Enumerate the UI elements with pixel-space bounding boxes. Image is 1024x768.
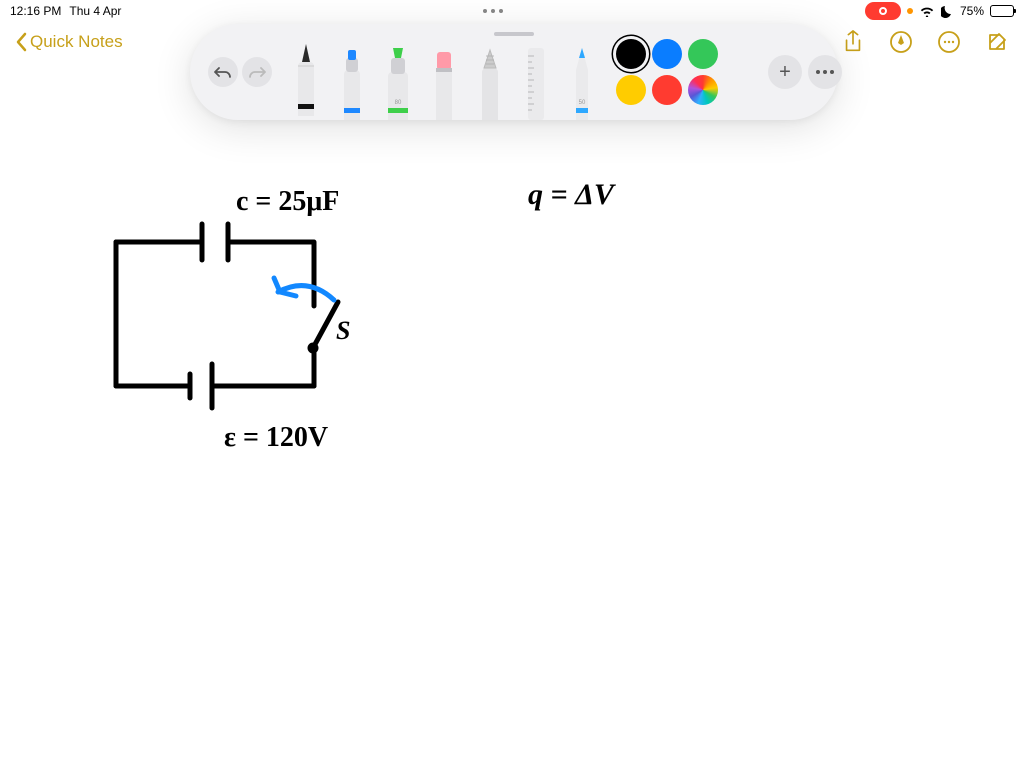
more-button[interactable]	[936, 29, 962, 55]
battery-percent: 75%	[960, 4, 984, 18]
emf-label: ε = 120V	[224, 422, 328, 454]
color-palette	[616, 39, 754, 105]
lasso-tool[interactable]	[468, 32, 512, 120]
ruler-tool[interactable]	[514, 32, 558, 120]
share-icon	[842, 30, 864, 54]
share-button[interactable]	[840, 29, 866, 55]
drawing-toolbar[interactable]: 80 50 +	[190, 24, 838, 120]
plus-icon: +	[779, 61, 791, 84]
color-black[interactable]	[616, 39, 646, 69]
screen-recording-indicator[interactable]	[865, 2, 901, 20]
tool-palette: 80 50	[284, 24, 604, 120]
status-date: Thu 4 Apr	[69, 4, 121, 18]
highlighter-tool[interactable]: 80	[376, 32, 420, 120]
chevron-left-icon	[14, 32, 28, 52]
pen-tip-icon	[889, 30, 913, 54]
eraser-tool[interactable]	[422, 32, 466, 120]
markup-button[interactable]	[888, 29, 914, 55]
compose-button[interactable]	[984, 29, 1010, 55]
color-picker[interactable]	[688, 75, 718, 105]
status-time: 12:16 PM	[10, 4, 61, 18]
color-blue[interactable]	[652, 39, 682, 69]
color-green[interactable]	[688, 39, 718, 69]
color-red[interactable]	[652, 75, 682, 105]
svg-text:50: 50	[579, 100, 586, 106]
wifi-icon	[919, 5, 935, 17]
color-yellow[interactable]	[616, 75, 646, 105]
add-tool-button[interactable]: +	[768, 55, 802, 89]
battery-icon	[990, 5, 1014, 17]
pencil-tool[interactable]: 50	[560, 32, 604, 120]
undo-button[interactable]	[208, 57, 238, 87]
dnd-moon-icon	[941, 5, 954, 18]
compose-icon	[985, 30, 1009, 54]
redo-button[interactable]	[242, 57, 272, 87]
redo-icon	[248, 65, 266, 79]
toolbar-more-button[interactable]	[808, 55, 842, 89]
pen-tool[interactable]	[284, 28, 328, 116]
back-button[interactable]: Quick Notes	[14, 32, 123, 52]
ellipsis-icon	[816, 70, 834, 74]
ellipsis-circle-icon	[937, 30, 961, 54]
mic-indicator-dot	[907, 8, 913, 14]
marker-tool[interactable]	[330, 32, 374, 120]
svg-text:80: 80	[395, 100, 402, 106]
status-bar: 12:16 PM Thu 4 Apr 75%	[0, 0, 1024, 22]
capacitance-label: c = 25μF	[236, 186, 339, 218]
note-canvas[interactable]: c = 25μF q = ΔV S ε = 120V	[0, 130, 1024, 768]
charge-equation: q = ΔV	[528, 178, 614, 212]
back-label: Quick Notes	[30, 32, 123, 52]
undo-icon	[214, 65, 232, 79]
multitask-dots[interactable]	[121, 9, 865, 13]
switch-label: S	[336, 316, 350, 346]
